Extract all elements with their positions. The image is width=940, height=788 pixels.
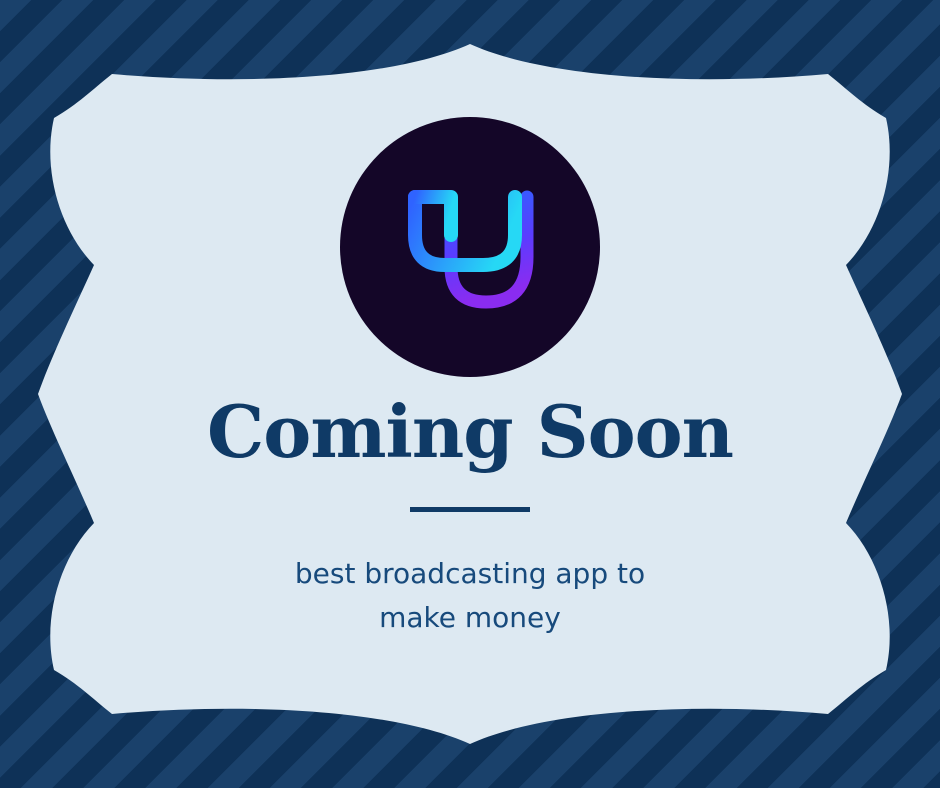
tagline-line-1: best broadcasting app to (294, 557, 646, 590)
divider (410, 507, 530, 512)
tagline-line-2: make money (379, 601, 561, 634)
u-letter-logo-icon (340, 117, 600, 377)
app-logo (340, 117, 600, 377)
tagline: best broadcasting app to make money (0, 552, 940, 640)
page-title: Coming Soon (206, 389, 734, 474)
